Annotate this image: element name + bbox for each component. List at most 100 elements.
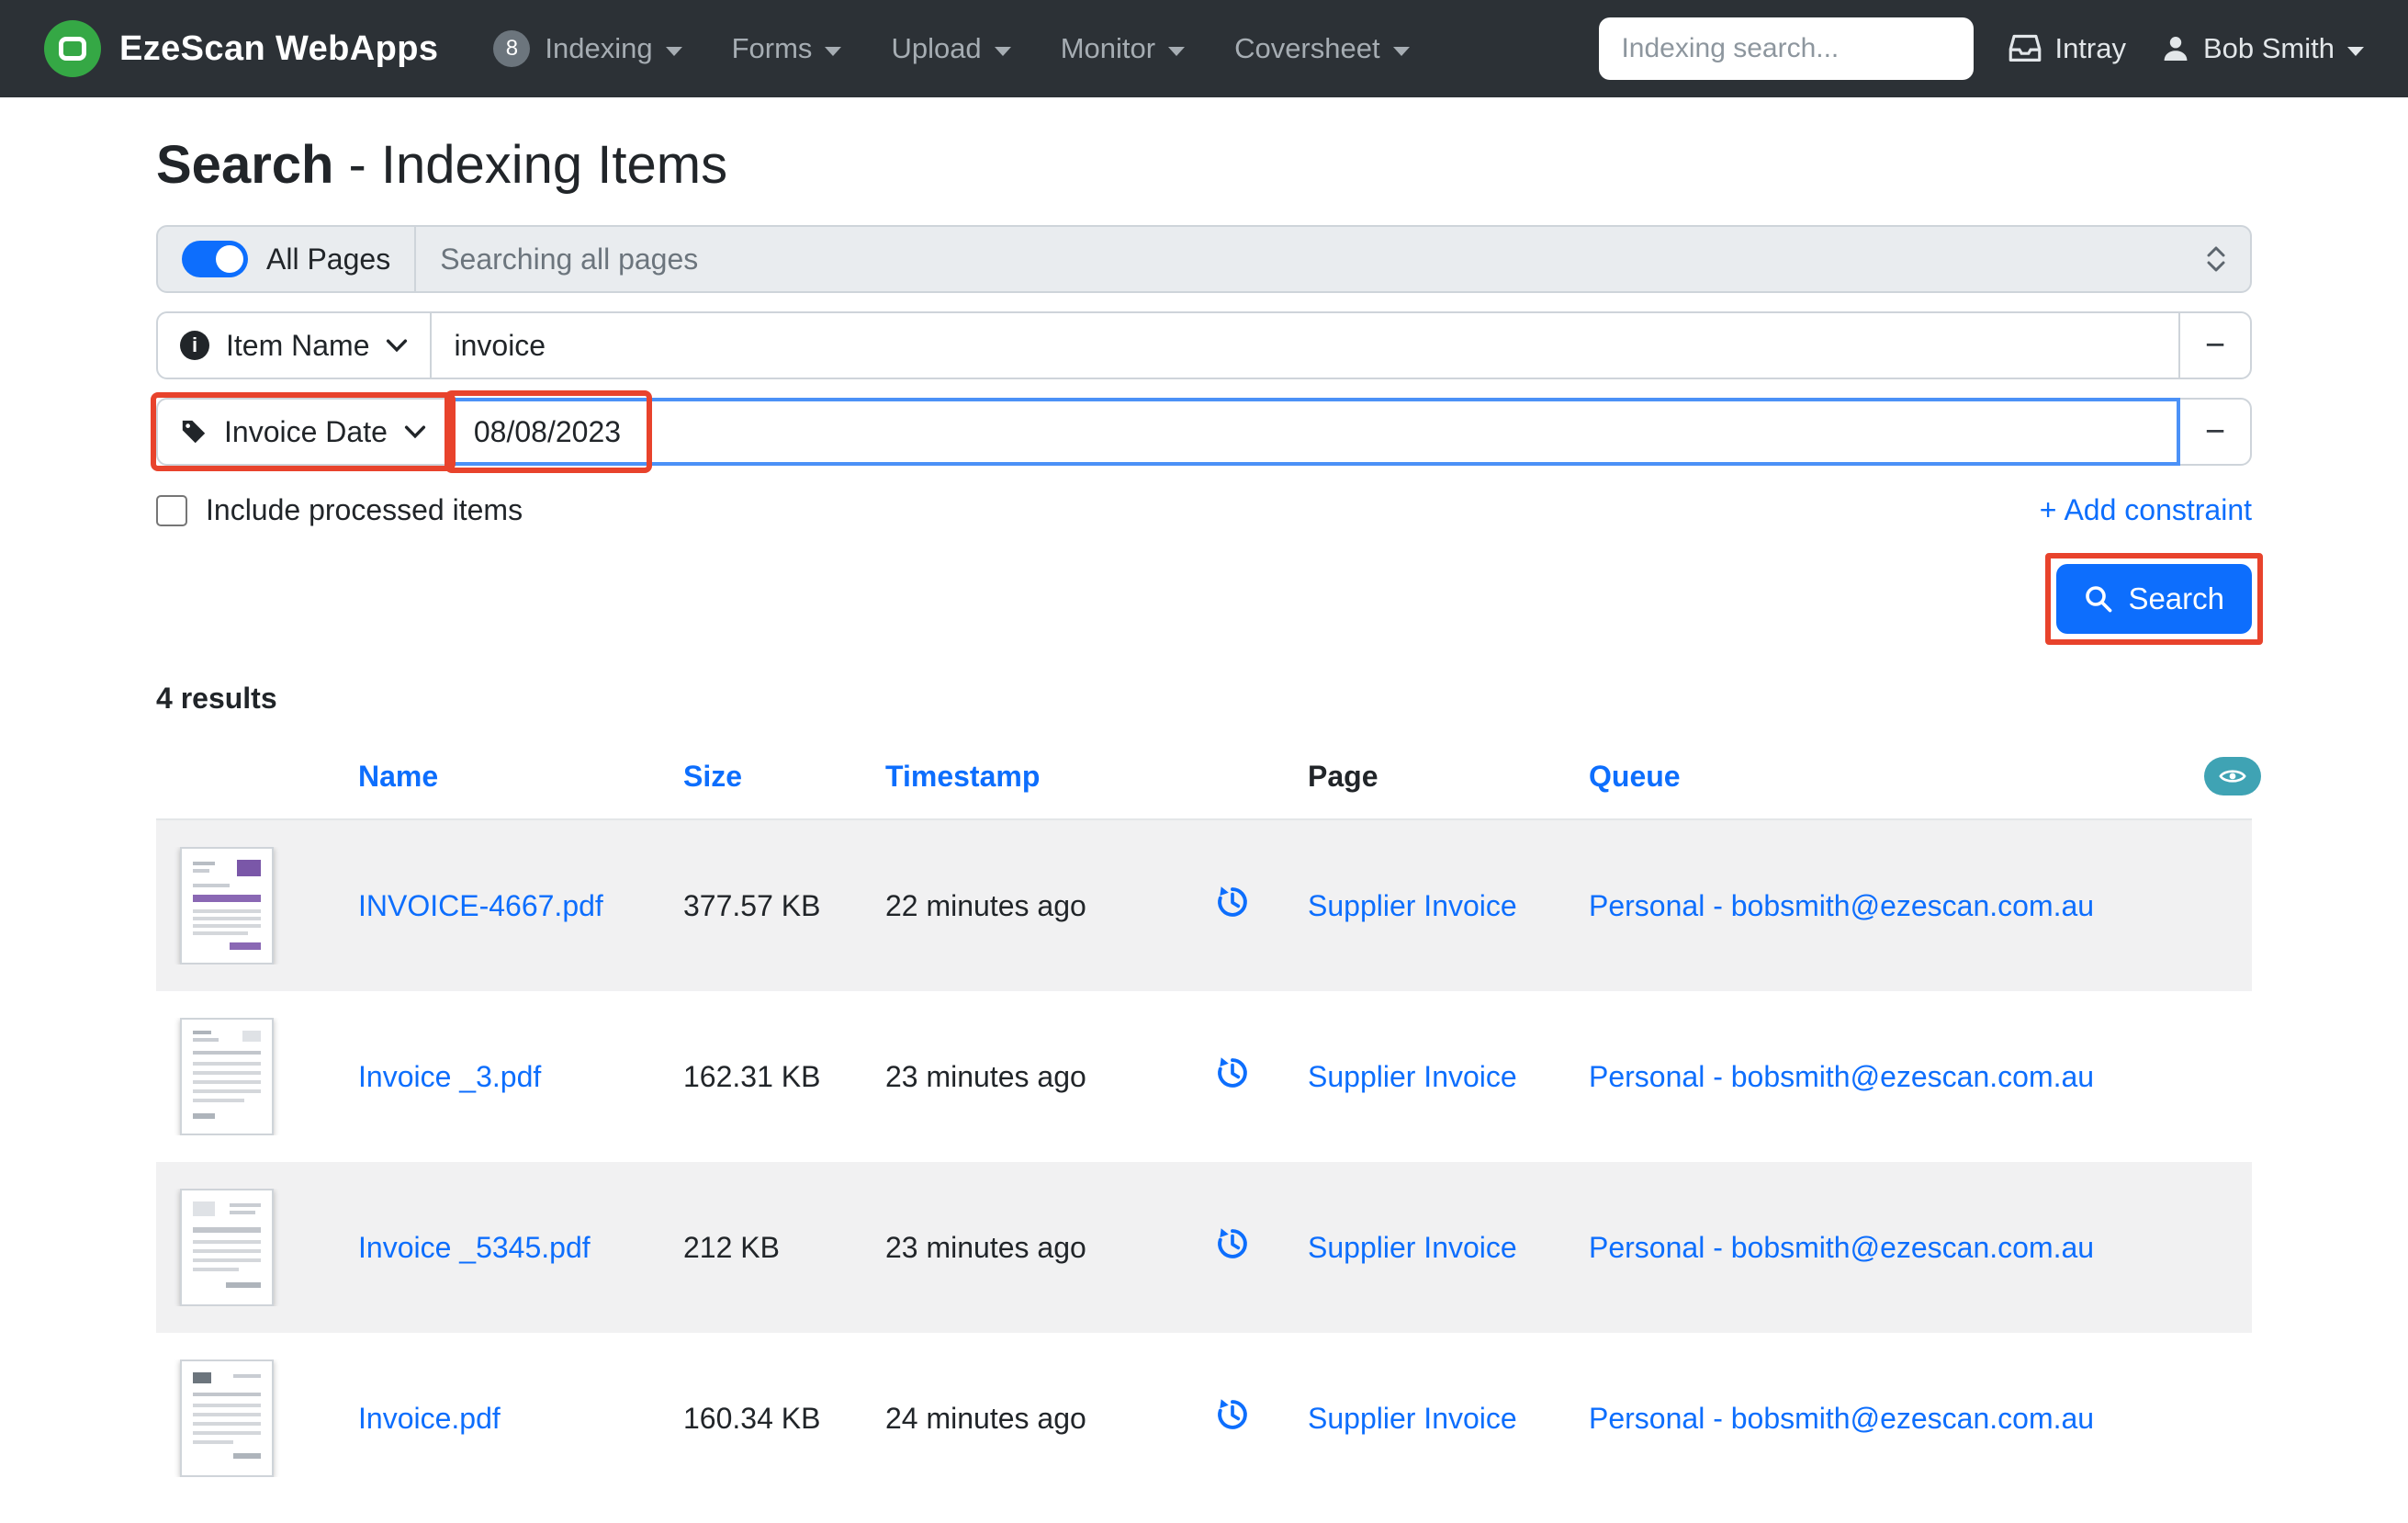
add-constraint-link[interactable]: + Add constraint [2040, 493, 2252, 527]
main-nav: 8 Indexing Forms Upload Monitor Covershe… [493, 30, 1409, 67]
constraint-field-select[interactable]: i Item Name [156, 311, 432, 379]
chevron-down-icon [2347, 47, 2364, 56]
all-pages-toggle[interactable] [182, 241, 248, 277]
constraint-row-1: i Item Name − [156, 311, 2252, 379]
page-title-sub: - Indexing Items [348, 135, 727, 195]
results-count: 4 results [156, 682, 2252, 716]
table-header: Name Size Timestamp Page Queue [156, 734, 2252, 820]
nav-item-coversheet[interactable]: Coversheet [1234, 32, 1410, 65]
history-icon[interactable] [1213, 883, 1252, 929]
intray-link[interactable]: Intray [2009, 32, 2126, 65]
info-icon: i [180, 331, 209, 360]
intray-label: Intray [2054, 32, 2126, 65]
chevron-down-icon [825, 47, 841, 56]
result-timestamp: 22 minutes ago [885, 889, 1157, 923]
chevron-down-icon [404, 424, 426, 439]
constraint-value-input[interactable] [450, 398, 2180, 466]
result-timestamp: 23 minutes ago [885, 1060, 1157, 1094]
indexing-search-input[interactable] [1599, 17, 1974, 80]
search-icon [2084, 584, 2113, 614]
results-table: Name Size Timestamp Page Queue [156, 734, 2252, 1504]
page-title-main: Search [156, 135, 333, 195]
constraint-value-input[interactable] [432, 311, 2180, 379]
user-name-label: Bob Smith [2203, 32, 2335, 65]
search-button[interactable]: Search [2056, 564, 2252, 634]
navbar-right: Intray Bob Smith [1599, 17, 2364, 80]
constraint-row-2: Invoice Date − [156, 398, 2252, 466]
all-pages-label: All Pages [266, 243, 390, 276]
constraint-field-label: Invoice Date [224, 415, 388, 449]
chevron-down-icon [995, 47, 1011, 56]
include-processed-label: Include processed items [206, 493, 523, 527]
page-scope-bar: All Pages Searching all pages [156, 225, 2252, 293]
chevron-down-icon [1393, 47, 1410, 56]
remove-constraint-button[interactable]: − [2178, 311, 2252, 379]
result-queue-link[interactable]: Personal - bobsmith@ezescan.com.au [1589, 1060, 2094, 1093]
user-menu[interactable]: Bob Smith [2161, 32, 2364, 65]
ezescan-logo-icon [44, 20, 101, 77]
brand-title: EzeScan WebApps [119, 29, 438, 69]
document-thumbnail[interactable] [180, 1359, 274, 1477]
constraint-field-select[interactable]: Invoice Date [156, 398, 450, 466]
result-name-link[interactable]: Invoice _5345.pdf [358, 1231, 591, 1264]
result-page-link[interactable]: Supplier Invoice [1308, 889, 1517, 922]
table-body: INVOICE-4667.pdf 377.57 KB 22 minutes ag… [156, 820, 2252, 1504]
result-queue-link[interactable]: Personal - bobsmith@ezescan.com.au [1589, 1402, 2094, 1435]
intray-icon [2009, 34, 2042, 63]
result-size: 160.34 KB [683, 1402, 885, 1436]
history-icon[interactable] [1213, 1395, 1252, 1441]
table-row: Invoice _3.pdf 162.31 KB 23 minutes ago … [156, 991, 2252, 1162]
main-content: Search- Indexing Items All Pages Searchi… [0, 134, 2408, 1504]
search-button-label: Search [2128, 581, 2224, 616]
page-title: Search- Indexing Items [156, 134, 2252, 196]
search-button-row: Search [156, 564, 2252, 634]
up-down-arrows-icon [2206, 244, 2226, 274]
ezescan-webapps-page: EzeScan WebApps 8 Indexing Forms Upload … [0, 0, 2408, 1523]
brand-link[interactable]: EzeScan WebApps [44, 20, 438, 77]
result-timestamp: 24 minutes ago [885, 1402, 1157, 1436]
tag-icon [180, 418, 208, 446]
result-timestamp: 23 minutes ago [885, 1231, 1157, 1265]
result-name-link[interactable]: INVOICE-4667.pdf [358, 889, 603, 922]
history-icon[interactable] [1213, 1224, 1252, 1270]
document-thumbnail[interactable] [180, 1189, 274, 1306]
filter-options-row: Include processed items + Add constraint [156, 493, 2252, 527]
table-row: Invoice.pdf 160.34 KB 24 minutes ago Sup… [156, 1333, 2252, 1504]
nav-item-label: Monitor [1061, 32, 1155, 65]
nav-item-upload[interactable]: Upload [891, 32, 1010, 65]
column-header-name[interactable]: Name [358, 760, 683, 794]
result-name-link[interactable]: Invoice _3.pdf [358, 1060, 541, 1093]
nav-item-monitor[interactable]: Monitor [1061, 32, 1185, 65]
nav-item-label: Coversheet [1234, 32, 1380, 65]
column-header-size[interactable]: Size [683, 760, 885, 794]
table-row: Invoice _5345.pdf 212 KB 23 minutes ago … [156, 1162, 2252, 1333]
nav-item-forms[interactable]: Forms [732, 32, 842, 65]
nav-item-label: Upload [891, 32, 981, 65]
include-processed-checkbox-label: Include processed items [156, 493, 523, 527]
chevron-down-icon [1168, 47, 1185, 56]
constraint-field-label: Item Name [226, 329, 369, 363]
column-header-timestamp[interactable]: Timestamp [885, 760, 1157, 794]
remove-constraint-button[interactable]: − [2178, 398, 2252, 466]
add-constraint-label: Add constraint [2064, 493, 2252, 527]
result-queue-link[interactable]: Personal - bobsmith@ezescan.com.au [1589, 889, 2094, 922]
result-name-link[interactable]: Invoice.pdf [358, 1402, 501, 1435]
result-size: 212 KB [683, 1231, 885, 1265]
indexing-count-badge: 8 [493, 30, 530, 67]
column-header-queue[interactable]: Queue [1589, 760, 2204, 794]
result-page-link[interactable]: Supplier Invoice [1308, 1060, 1517, 1093]
include-processed-checkbox[interactable] [156, 495, 187, 526]
plus-icon: + [2040, 493, 2057, 527]
document-thumbnail[interactable] [180, 1018, 274, 1135]
history-icon[interactable] [1213, 1054, 1252, 1100]
result-page-link[interactable]: Supplier Invoice [1308, 1402, 1517, 1435]
result-page-link[interactable]: Supplier Invoice [1308, 1231, 1517, 1264]
page-scope-select[interactable]: Searching all pages [416, 227, 2250, 291]
nav-item-indexing[interactable]: 8 Indexing [493, 30, 681, 67]
result-size: 162.31 KB [683, 1060, 885, 1094]
document-thumbnail[interactable] [180, 847, 274, 965]
table-row: INVOICE-4667.pdf 377.57 KB 22 minutes ag… [156, 820, 2252, 991]
result-queue-link[interactable]: Personal - bobsmith@ezescan.com.au [1589, 1231, 2094, 1264]
eye-icon[interactable] [2204, 757, 2261, 795]
top-navbar: EzeScan WebApps 8 Indexing Forms Upload … [0, 0, 2408, 97]
